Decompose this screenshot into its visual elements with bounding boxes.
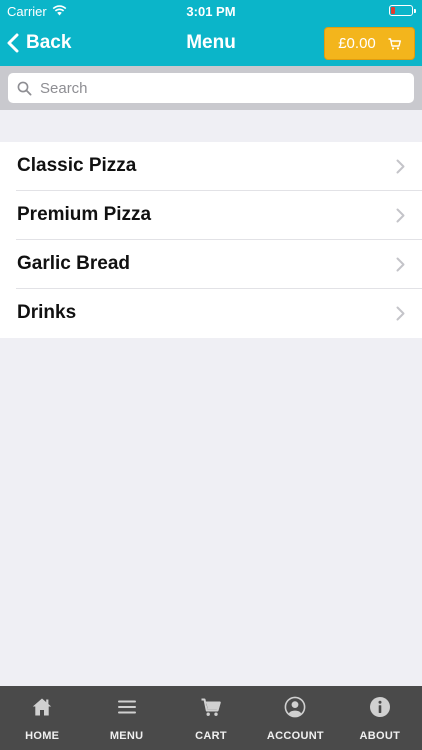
chevron-right-icon [396,159,405,174]
search-field[interactable] [8,73,414,103]
info-icon [369,697,390,717]
menu-item-classic-pizza[interactable]: Classic Pizza [0,142,422,191]
tab-label: ACCOUNT [266,730,324,742]
tab-account[interactable]: ACCOUNT [253,686,337,750]
search-bar [0,66,422,110]
menu-item-label: Premium Pizza [17,204,152,225]
tab-label: ABOUT [359,730,401,742]
cart-total: £0.00 [338,35,376,52]
battery-icon [389,5,416,16]
chevron-right-icon [396,306,405,321]
chevron-right-icon [396,208,405,223]
tab-label: CART [195,730,227,742]
tab-about[interactable]: ABOUT [338,686,422,750]
chevron-right-icon [396,257,405,272]
menu-item-premium-pizza[interactable]: Premium Pizza [0,191,422,240]
tab-home[interactable]: HOME [0,686,84,750]
cart-total-button[interactable]: £0.00 [324,27,415,60]
battery-level [391,7,395,14]
search-icon [17,81,32,95]
menu-category-list: Classic Pizza Premium Pizza Garlic Bread… [0,142,422,338]
menu-item-garlic-bread[interactable]: Garlic Bread [0,240,422,289]
menu-item-drinks[interactable]: Drinks [0,289,422,338]
search-input[interactable] [40,79,400,97]
tab-bar: HOME MENU CART ACCOUNT ABOUT [0,686,422,750]
menu-item-label: Classic Pizza [17,155,137,176]
status-time: 3:01 PM [186,4,236,19]
tab-label: HOME [25,730,60,742]
menu-icon [117,700,136,714]
status-bar: Carrier 3:01 PM [0,0,422,22]
tab-cart[interactable]: CART [169,686,253,750]
home-icon [33,698,52,716]
cart-icon [388,37,401,50]
menu-item-label: Drinks [17,302,77,323]
account-icon [285,696,306,718]
top-bar: Carrier 3:01 PM Back Menu £0.00 [0,0,422,66]
navigation-bar: Back Menu £0.00 [0,22,422,66]
menu-item-label: Garlic Bread [17,253,130,274]
cart-icon [201,698,221,716]
tab-menu[interactable]: MENU [84,686,168,750]
tab-label: MENU [109,730,144,742]
